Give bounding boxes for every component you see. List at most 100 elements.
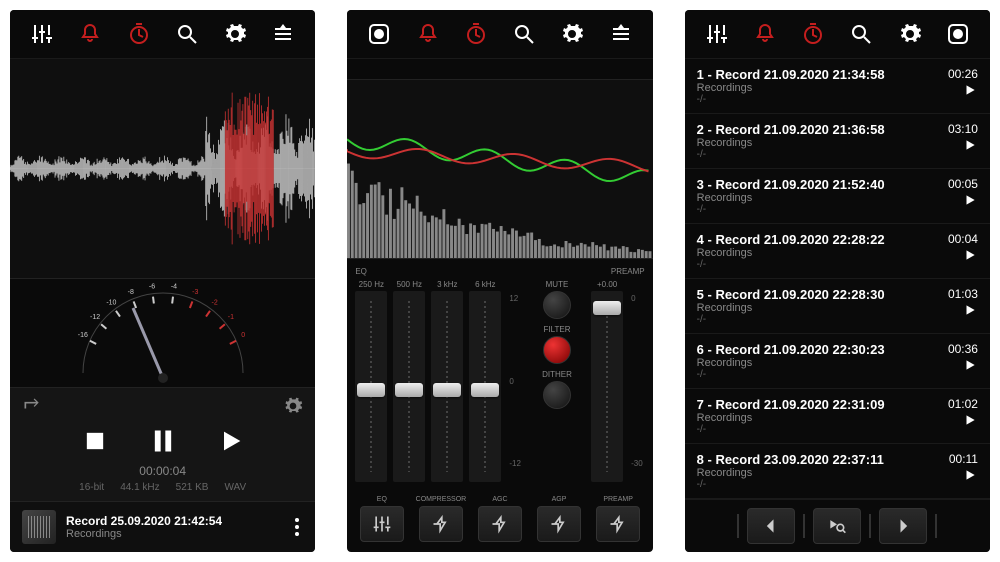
meta-fmt: WAV (224, 482, 246, 493)
play-icon[interactable] (962, 358, 978, 377)
gear-icon[interactable] (896, 20, 924, 48)
rec-sub: Recordings (697, 192, 948, 204)
svg-text:-16: -16 (77, 332, 87, 339)
gear-icon[interactable] (221, 20, 249, 48)
spectrum-display[interactable] (347, 79, 652, 259)
rec-duration: 00:05 (948, 177, 978, 191)
bb-agp-button[interactable] (537, 506, 581, 542)
stop-button[interactable] (81, 427, 109, 460)
rec-title: 7 - Record 21.09.2020 22:31:09 (697, 397, 948, 412)
preamp-label: PREAMP (611, 267, 645, 276)
scale-lo: -12 (509, 459, 521, 468)
bottom-buttons: EQ COMPRESSOR AGC AGP PREAMP (347, 490, 652, 552)
rec-sub2: -/- (697, 479, 949, 490)
search-icon[interactable] (847, 20, 875, 48)
toolbar (685, 10, 990, 59)
rec-sub2: -/- (697, 369, 948, 380)
meta-rate: 44.1 kHz (120, 482, 159, 493)
recordings-list[interactable]: 1 - Record 21.09.2020 21:34:58 Recording… (685, 59, 990, 499)
recording-item[interactable]: 6 - Record 21.09.2020 22:30:23 Recording… (685, 334, 990, 389)
rec-title: 1 - Record 21.09.2020 21:34:58 (697, 67, 948, 82)
rec-duration: 01:03 (948, 287, 978, 301)
recording-item[interactable]: 8 - Record 23.09.2020 22:37:11 Recording… (685, 444, 990, 499)
rec-sub2: -/- (697, 94, 948, 105)
scale-hi: 12 (509, 294, 521, 303)
bb-preamp-button[interactable] (596, 506, 640, 542)
screen-waveform: -16-12-10-8-6-4-3-2-10 00:00:04 16-bit 4… (10, 10, 315, 552)
bb-label: AGP (552, 496, 567, 503)
sliders-icon[interactable] (703, 20, 731, 48)
sliders-icon[interactable] (28, 20, 56, 48)
rec-icon[interactable] (365, 20, 393, 48)
bell-icon[interactable] (76, 20, 104, 48)
recording-item[interactable]: 3 - Record 21.09.2020 21:52:40 Recording… (685, 169, 990, 224)
meta-bit: 16-bit (79, 482, 104, 493)
timer-icon[interactable] (125, 20, 153, 48)
recording-item[interactable]: 7 - Record 21.09.2020 22:31:09 Recording… (685, 389, 990, 444)
toolbar (10, 10, 315, 59)
timer-icon[interactable] (799, 20, 827, 48)
bell-icon[interactable] (414, 20, 442, 48)
rec-duration: 00:26 (948, 67, 978, 81)
menu-icon[interactable] (269, 20, 297, 48)
play-icon[interactable] (962, 413, 978, 432)
eq-sliders: 250 Hz 500 Hz 3 kHz 6 kHz (355, 280, 501, 482)
svg-text:0: 0 (241, 332, 245, 339)
screen-recordings: 1 - Record 21.09.2020 21:34:58 Recording… (685, 10, 990, 552)
rec-sub: Recordings (697, 412, 948, 424)
timer-icon[interactable] (462, 20, 490, 48)
menu-icon[interactable] (607, 20, 635, 48)
recording-item[interactable]: 2 - Record 21.09.2020 21:36:58 Recording… (685, 114, 990, 169)
preamp-slider[interactable] (591, 291, 623, 482)
bb-eq-button[interactable] (360, 506, 404, 542)
preamp-value: +0.00 (597, 280, 617, 289)
eq-slider-3[interactable] (469, 291, 501, 482)
waveform-display[interactable] (10, 59, 315, 278)
rec-sub2: -/- (697, 424, 948, 435)
pause-button[interactable] (149, 427, 177, 460)
prev-button[interactable] (747, 508, 795, 544)
svg-text:-10: -10 (106, 299, 116, 306)
dither-knob[interactable] (543, 381, 571, 409)
more-icon[interactable] (291, 514, 303, 540)
playback-meta: 16-bit 44.1 kHz 521 KB WAV (22, 482, 303, 493)
rec-sub2: -/- (697, 204, 948, 215)
rec-sub2: -/- (697, 259, 948, 270)
eq-slider-0[interactable] (355, 291, 387, 482)
rec-title: 6 - Record 21.09.2020 22:30:23 (697, 342, 948, 357)
filter-knob[interactable] (543, 336, 571, 364)
now-playing-bar[interactable]: Record 25.09.2020 21:42:54 Recordings (10, 501, 315, 552)
recording-item[interactable]: 1 - Record 21.09.2020 21:34:58 Recording… (685, 59, 990, 114)
rec-sub: Recordings (697, 247, 948, 259)
rec-title: 4 - Record 21.09.2020 22:28:22 (697, 232, 948, 247)
repeat-icon[interactable] (22, 396, 42, 421)
play-button[interactable] (217, 427, 245, 460)
eq-slider-1[interactable] (393, 291, 425, 482)
recording-item[interactable]: 5 - Record 21.09.2020 22:28:30 Recording… (685, 279, 990, 334)
rec-duration: 00:11 (949, 452, 978, 466)
rec-duration: 03:10 (948, 122, 978, 136)
play-icon[interactable] (962, 468, 978, 487)
filter-label: FILTER (544, 325, 571, 334)
play-icon[interactable] (962, 248, 978, 267)
rec-title: 2 - Record 21.09.2020 21:36:58 (697, 122, 948, 137)
gear-icon[interactable] (558, 20, 586, 48)
play-icon[interactable] (962, 193, 978, 212)
mute-knob[interactable] (543, 291, 571, 319)
play-icon[interactable] (962, 303, 978, 322)
search-icon[interactable] (510, 20, 538, 48)
settings-icon[interactable] (283, 396, 303, 421)
play-icon[interactable] (962, 138, 978, 157)
recording-item[interactable]: 4 - Record 21.09.2020 22:28:22 Recording… (685, 224, 990, 279)
eq-slider-2[interactable] (431, 291, 463, 482)
next-button[interactable] (879, 508, 927, 544)
svg-text:-12: -12 (90, 314, 100, 321)
rec-icon[interactable] (944, 20, 972, 48)
bb-agc-button[interactable] (478, 506, 522, 542)
play-icon[interactable] (962, 83, 978, 102)
play-search-button[interactable] (813, 508, 861, 544)
eq-label: EQ (355, 267, 367, 276)
bell-icon[interactable] (751, 20, 779, 48)
search-icon[interactable] (173, 20, 201, 48)
bb-compressor-button[interactable] (419, 506, 463, 542)
